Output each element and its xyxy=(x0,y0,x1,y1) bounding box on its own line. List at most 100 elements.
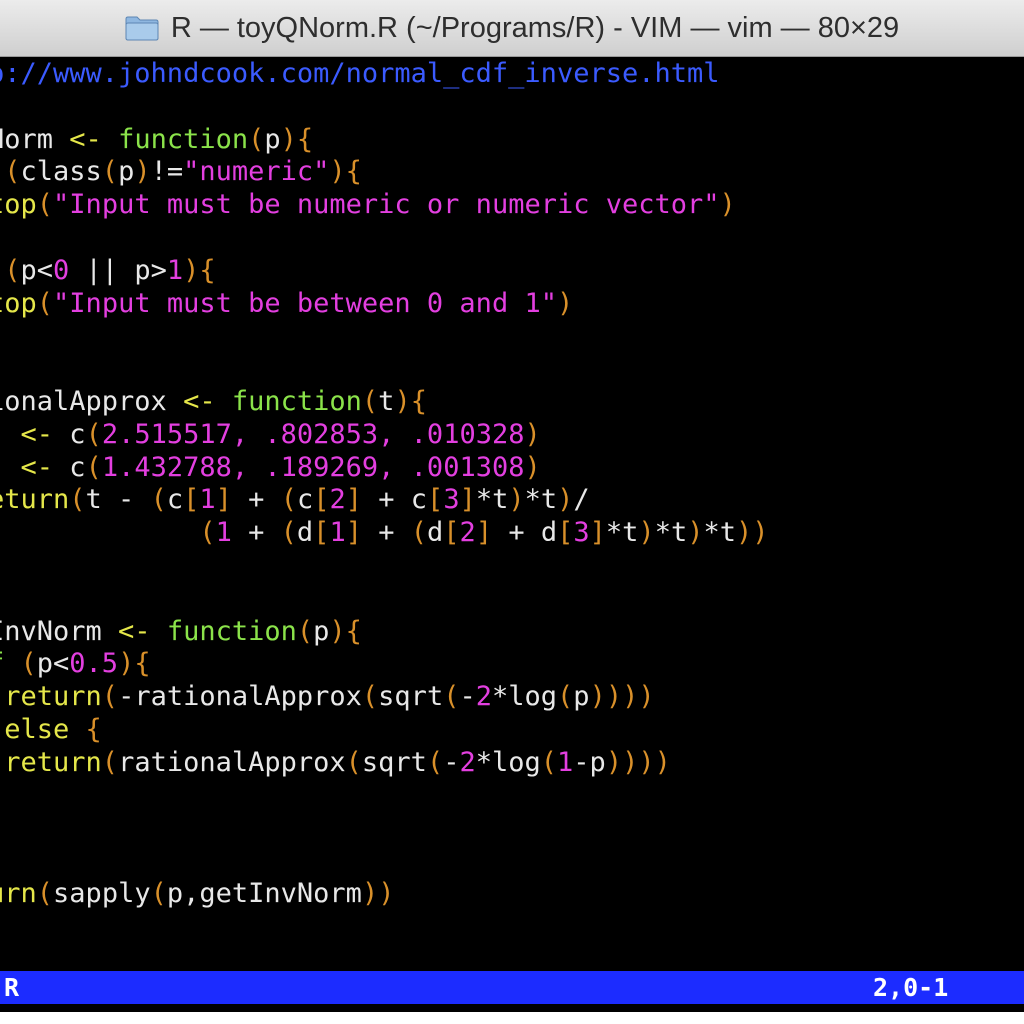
code-token-func: else xyxy=(4,713,70,745)
code-token-paren: ( xyxy=(410,517,428,549)
code-token-ident: c xyxy=(69,451,86,483)
code-token-ident xyxy=(0,452,21,483)
code-line[interactable]: p://www.johndcook.com/normal_cdf_inverse… xyxy=(0,58,769,91)
code-token-number: 2 xyxy=(459,746,476,778)
code-line[interactable]: return(-rationalApprox(sqrt(-2*log(p)))) xyxy=(0,681,769,714)
code-line[interactable]: return(rationalApprox(sqrt(-2*log(1-p)))… xyxy=(0,747,769,780)
code-token-string: "Input must be numeric or numeric vector… xyxy=(53,189,720,221)
code-token-string: "numeric" xyxy=(183,156,330,188)
code-line[interactable]: <- c(1.432788, .189269, .001308) xyxy=(0,452,769,485)
code-token-ident: p xyxy=(573,681,590,713)
code-line[interactable]: (class(p)!="numeric"){ xyxy=(0,156,769,189)
code-line[interactable]: InvNorm <- function(p){ xyxy=(0,616,769,649)
code-token-paren: ( xyxy=(36,287,54,319)
status-filetype: R xyxy=(4,973,20,1002)
code-token-paren: ( xyxy=(280,484,297,516)
code-token-number: 1 xyxy=(557,746,574,778)
code-token-ident: InvNorm xyxy=(0,615,119,647)
code-token-paren: ] xyxy=(475,517,493,549)
code-token-paren: ( xyxy=(101,156,119,188)
window-title: R — toyQNorm.R (~/Programs/R) - VIM — vi… xyxy=(170,11,900,44)
code-token-ident: c xyxy=(166,484,184,516)
code-token-op: <- xyxy=(20,418,70,450)
code-token-paren: ( xyxy=(101,681,119,713)
code-line[interactable] xyxy=(0,550,769,583)
code-token-paren: ){ xyxy=(329,156,362,188)
code-line[interactable] xyxy=(0,91,769,124)
status-cursor-position: 2,0-1 xyxy=(873,973,949,1002)
code-line[interactable] xyxy=(0,353,769,386)
code-token-ident: p xyxy=(264,123,281,155)
code-token-func: urn xyxy=(0,877,37,909)
code-token-number: 0.5 xyxy=(69,648,119,680)
code-line[interactable] xyxy=(0,222,769,255)
title-bar[interactable]: R — toyQNorm.R (~/Programs/R) - VIM — vi… xyxy=(0,0,1024,57)
code-line[interactable]: ionalApprox <- function(t){ xyxy=(0,386,769,419)
code-token-paren: ] xyxy=(589,517,606,549)
code-token-paren: ) xyxy=(687,517,704,549)
code-token-ident: + d xyxy=(492,517,558,549)
code-token-ident: c xyxy=(69,418,86,450)
code-line[interactable]: f (p<0.5){ xyxy=(0,648,769,681)
code-line[interactable]: <- c(2.515517, .802853, .010328) xyxy=(0,419,769,452)
code-token-paren: ){ xyxy=(329,615,362,647)
code-token-paren: ) xyxy=(134,156,151,188)
terminal-window: R — toyQNorm.R (~/Programs/R) - VIM — vi… xyxy=(0,0,1024,1012)
code-token-ident: + xyxy=(361,517,411,549)
code-token-paren: ) xyxy=(638,517,655,549)
code-token-ident: class xyxy=(20,156,102,188)
code-line[interactable]: (1 + (d[1] + (d[2] + d[3]*t)*t)*t)) xyxy=(0,517,768,550)
code-token-paren: ( xyxy=(199,517,216,549)
code-buffer[interactable]: p://www.johndcook.com/normal_cdf_inverse… xyxy=(0,58,769,911)
code-token-paren: ( xyxy=(557,681,574,713)
code-token-ident: p xyxy=(313,615,330,647)
code-token-number: 1 xyxy=(329,517,346,549)
code-token-ident: t xyxy=(378,385,395,417)
code-token-ident: sqrt xyxy=(378,681,444,713)
code-line[interactable]: top("Input must be between 0 and 1") xyxy=(0,288,769,321)
code-line[interactable] xyxy=(0,845,769,878)
code-token-op: <- xyxy=(118,615,167,647)
code-token-number: 3 xyxy=(573,517,590,549)
code-token-op: <- xyxy=(69,123,119,155)
code-token-paren: [ xyxy=(443,517,460,549)
code-token-number: 3 xyxy=(443,484,460,516)
code-token-paren: ){ xyxy=(394,385,427,417)
code-token-op: <- xyxy=(183,385,232,417)
code-token-paren: ( xyxy=(69,484,86,516)
code-token-paren: ) xyxy=(557,484,574,516)
code-token-paren: [ xyxy=(557,517,574,549)
code-token-number: 1.432788, .189269, .001308 xyxy=(101,451,525,483)
code-line[interactable] xyxy=(0,320,769,353)
code-token-ident: - xyxy=(443,746,460,778)
code-token-paren: ( xyxy=(345,746,362,778)
code-line[interactable]: eturn(t - (c[1] + (c[2] + c[3]*t)*t)/ xyxy=(0,484,769,517)
code-token-paren: ){ xyxy=(118,648,151,680)
code-token-ident: + xyxy=(231,517,281,549)
code-token-ident: *t xyxy=(605,517,639,549)
code-token-func: eturn xyxy=(0,484,70,516)
code-line[interactable]: else { xyxy=(0,714,769,747)
code-token-ident: - xyxy=(459,681,476,713)
code-token-ident: *t xyxy=(703,517,736,549)
code-token-func: return xyxy=(4,746,102,778)
code-token-ident xyxy=(0,517,199,548)
code-token-number: 2 xyxy=(329,484,346,516)
code-line[interactable]: urn(sapply(p,getInvNorm)) xyxy=(0,878,769,911)
code-line[interactable]: Norm <- function(p){ xyxy=(0,124,769,157)
code-token-paren: )))) xyxy=(589,681,655,713)
code-line[interactable]: top("Input must be numeric or numeric ve… xyxy=(0,189,769,222)
code-token-ident: != xyxy=(150,156,184,188)
vim-editor[interactable]: p://www.johndcook.com/normal_cdf_inverse… xyxy=(0,58,1024,1012)
code-line[interactable] xyxy=(0,583,769,616)
code-line[interactable] xyxy=(0,812,769,845)
code-line[interactable] xyxy=(0,780,769,813)
code-token-paren: ] xyxy=(215,484,232,516)
code-line[interactable]: (p<0 || p>1){ xyxy=(0,255,769,288)
code-token-ident: -rationalApprox xyxy=(118,681,362,713)
code-token-paren: ( xyxy=(4,648,37,680)
code-token-paren: ) xyxy=(524,418,541,450)
code-token-ident: p< xyxy=(20,254,54,286)
code-token-ident xyxy=(0,419,21,450)
code-token-paren: )) xyxy=(361,877,395,909)
